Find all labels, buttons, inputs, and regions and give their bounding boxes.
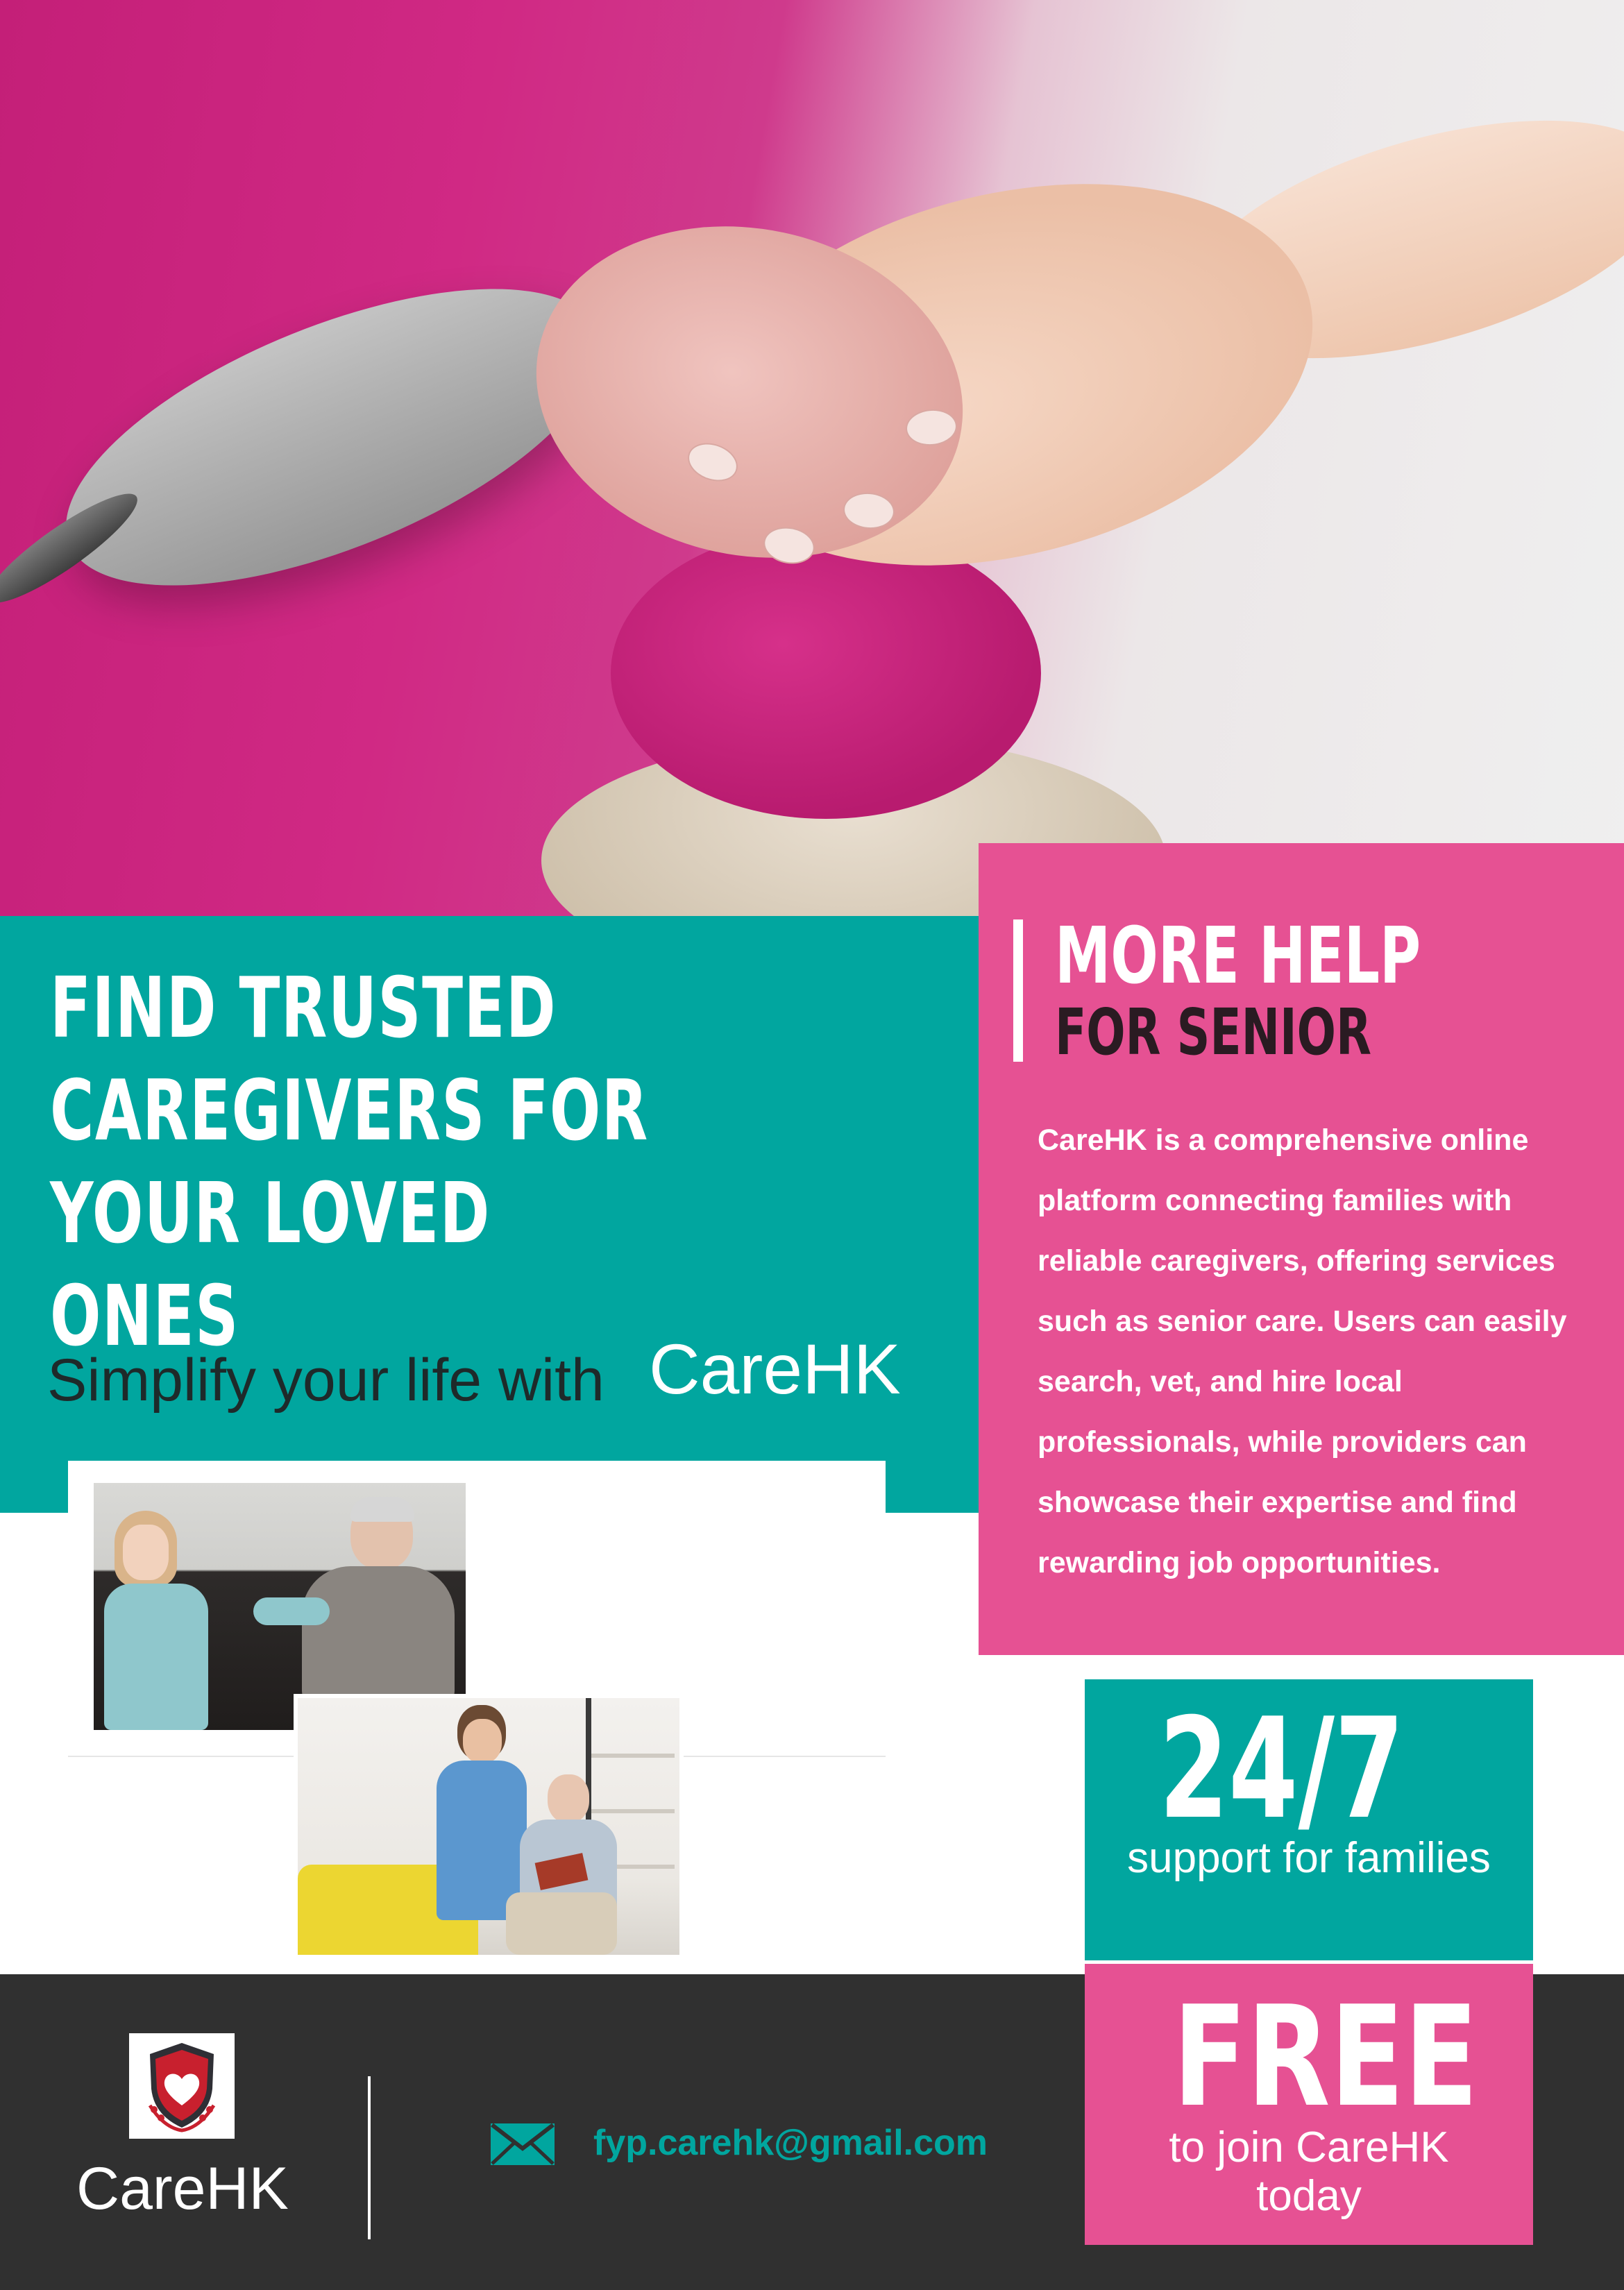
tagline-brand: CareHK: [649, 1330, 901, 1409]
photo-nurse-elderly-man-wheelchair: [294, 1694, 684, 1959]
stat-support-label: support for families: [1127, 1834, 1491, 1882]
help-title: MORE HELP: [1055, 911, 1421, 1001]
footer-divider: [368, 2076, 371, 2239]
shelf: [591, 1754, 675, 1758]
shelf: [591, 1809, 675, 1813]
footer-brand-name: CareHK: [76, 2155, 289, 2222]
help-description: CareHK is a comprehensive online platfor…: [1038, 1123, 1567, 1579]
wheelchair-armrest: [27, 228, 639, 647]
stat-free-label: to join CareHK today: [1085, 2123, 1533, 2221]
headline-line-1: FIND TRUSTED: [50, 960, 557, 1057]
nurse-arm: [253, 1597, 330, 1625]
senior-sleeve: [611, 527, 1041, 819]
stat-free-label-line-2: today: [1256, 2172, 1362, 2220]
photo-nurse-elderly-man-sofa: [94, 1483, 466, 1730]
stat-free-value: FREE: [1173, 1976, 1478, 2138]
man-hair: [350, 1497, 414, 1522]
logo-graphic: [148, 2043, 216, 2132]
man-sweater: [302, 1566, 455, 1705]
stat-support-value: 24/7: [1159, 1688, 1405, 1850]
main-headline: FIND TRUSTED CAREGIVERS FOR YOUR LOVED O…: [50, 958, 670, 1368]
help-subtitle: FOR SENIOR: [1055, 995, 1371, 1069]
man-trousers: [506, 1892, 617, 1955]
envelope-icon: [489, 2122, 556, 2170]
nurse-face: [463, 1719, 502, 1763]
nurse-uniform: [104, 1584, 208, 1730]
shield-heart-laurel-icon: [129, 2033, 235, 2139]
tagline-text: Simplify your life with: [47, 1347, 604, 1414]
man-face: [548, 1774, 589, 1823]
stat-free-label-line-1: to join CareHK: [1169, 2123, 1449, 2171]
title-accent-bar: [1013, 919, 1023, 1062]
hero-photo: [0, 0, 1624, 916]
headline-line-3: YOUR LOVED ONES: [50, 1166, 491, 1365]
nurse-face: [123, 1525, 169, 1580]
envelope-graphic: [491, 2123, 555, 2165]
headline-line-2: CAREGIVERS FOR: [50, 1063, 649, 1160]
contact-email-link[interactable]: fyp.carehk@gmail.com: [593, 2122, 988, 2164]
